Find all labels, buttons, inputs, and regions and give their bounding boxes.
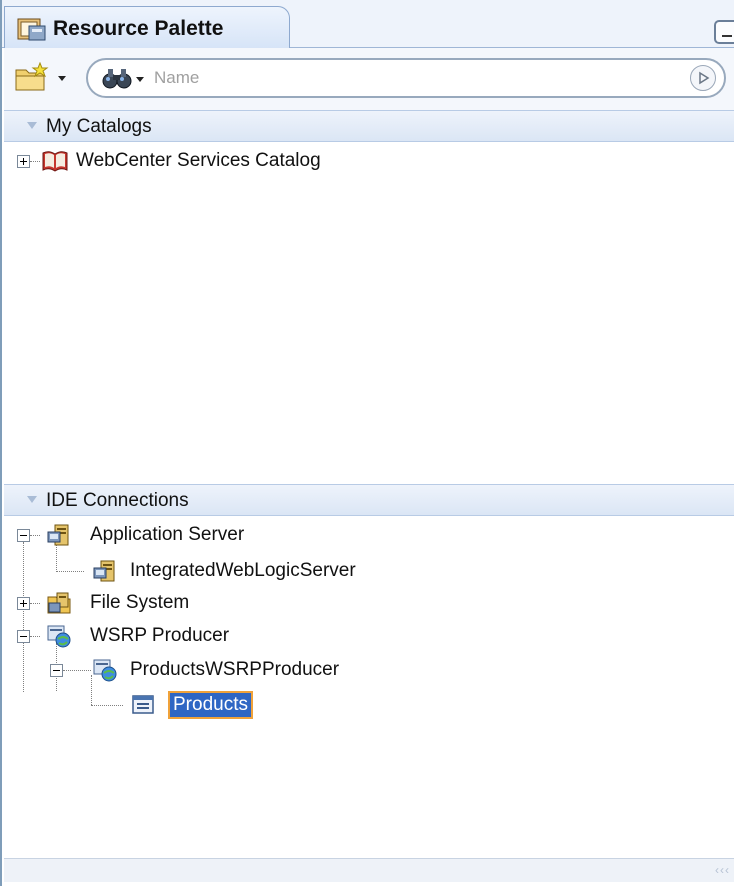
tree-item-products-wsrp-producer[interactable]: ProductsWSRPProducer xyxy=(4,654,424,686)
collapse-icon[interactable] xyxy=(50,664,63,677)
chevron-down-icon xyxy=(136,77,144,82)
tree-item-webcenter-catalog[interactable]: WebCenter Services Catalog xyxy=(4,145,404,177)
resource-palette-panel: Resource Palette Name My Catalogs WebCen… xyxy=(0,0,734,886)
book-icon xyxy=(41,149,68,173)
tree-item-application-server[interactable]: Application Server xyxy=(4,519,424,551)
tree-item-label: File System xyxy=(90,592,190,613)
binoculars-icon xyxy=(102,69,144,89)
minimize-icon[interactable] xyxy=(714,20,734,44)
new-connection-button[interactable] xyxy=(14,61,74,94)
expand-icon[interactable] xyxy=(17,155,30,168)
wsrp-icon xyxy=(92,658,118,682)
search-scope-button[interactable] xyxy=(100,65,150,91)
search-input[interactable] xyxy=(154,66,674,90)
search-box xyxy=(86,58,726,98)
wsrp-icon xyxy=(46,624,72,648)
server-icon xyxy=(46,523,72,547)
tree-item-integrated-weblogic-server[interactable]: IntegratedWebLogicServer xyxy=(4,555,424,587)
ide-connections-header[interactable]: IDE Connections xyxy=(4,484,734,516)
collapse-triangle-icon xyxy=(27,122,37,129)
section-label: My Catalogs xyxy=(46,116,152,137)
expand-icon[interactable] xyxy=(17,597,30,610)
chevron-down-icon xyxy=(58,76,66,81)
resource-palette-icon xyxy=(17,17,49,43)
tree-item-label: WSRP Producer xyxy=(90,625,230,646)
collapse-triangle-icon xyxy=(27,496,37,503)
collapse-icon[interactable] xyxy=(17,529,30,542)
toolbar xyxy=(4,48,734,110)
go-arrow-icon xyxy=(699,71,710,85)
resource-palette-tab[interactable]: Resource Palette xyxy=(4,6,290,49)
tab-title: Resource Palette xyxy=(53,17,224,40)
horizontal-scrollbar[interactable]: ‹‹‹ xyxy=(4,858,734,882)
scroll-grip-icon: ‹‹‹ xyxy=(715,863,730,877)
tree-item-wsrp-producer[interactable]: WSRP Producer xyxy=(4,620,424,652)
tree-item-label: WebCenter Services Catalog xyxy=(76,150,321,171)
tree-item-label: ProductsWSRPProducer xyxy=(130,659,340,680)
my-catalogs-header[interactable]: My Catalogs xyxy=(4,110,734,142)
go-button[interactable] xyxy=(690,65,716,91)
catalogs-tree: WebCenter Services Catalog xyxy=(4,143,734,483)
section-label: IDE Connections xyxy=(46,490,189,511)
tree-item-file-system[interactable]: File System xyxy=(4,587,424,619)
tree-item-label: IntegratedWebLogicServer xyxy=(130,560,356,581)
tree-item-label: Application Server xyxy=(90,524,245,545)
new-folder-icon xyxy=(15,61,66,91)
server-icon xyxy=(92,559,118,583)
connections-tree: Application Server IntegratedWebLogicSer… xyxy=(4,517,734,857)
tree-item-products[interactable]: Products xyxy=(4,689,424,721)
portlet-icon xyxy=(130,693,156,717)
tree-item-label: Products xyxy=(168,691,253,719)
folder-server-icon xyxy=(46,591,72,615)
collapse-icon[interactable] xyxy=(17,630,30,643)
tab-strip: Resource Palette xyxy=(2,0,734,49)
